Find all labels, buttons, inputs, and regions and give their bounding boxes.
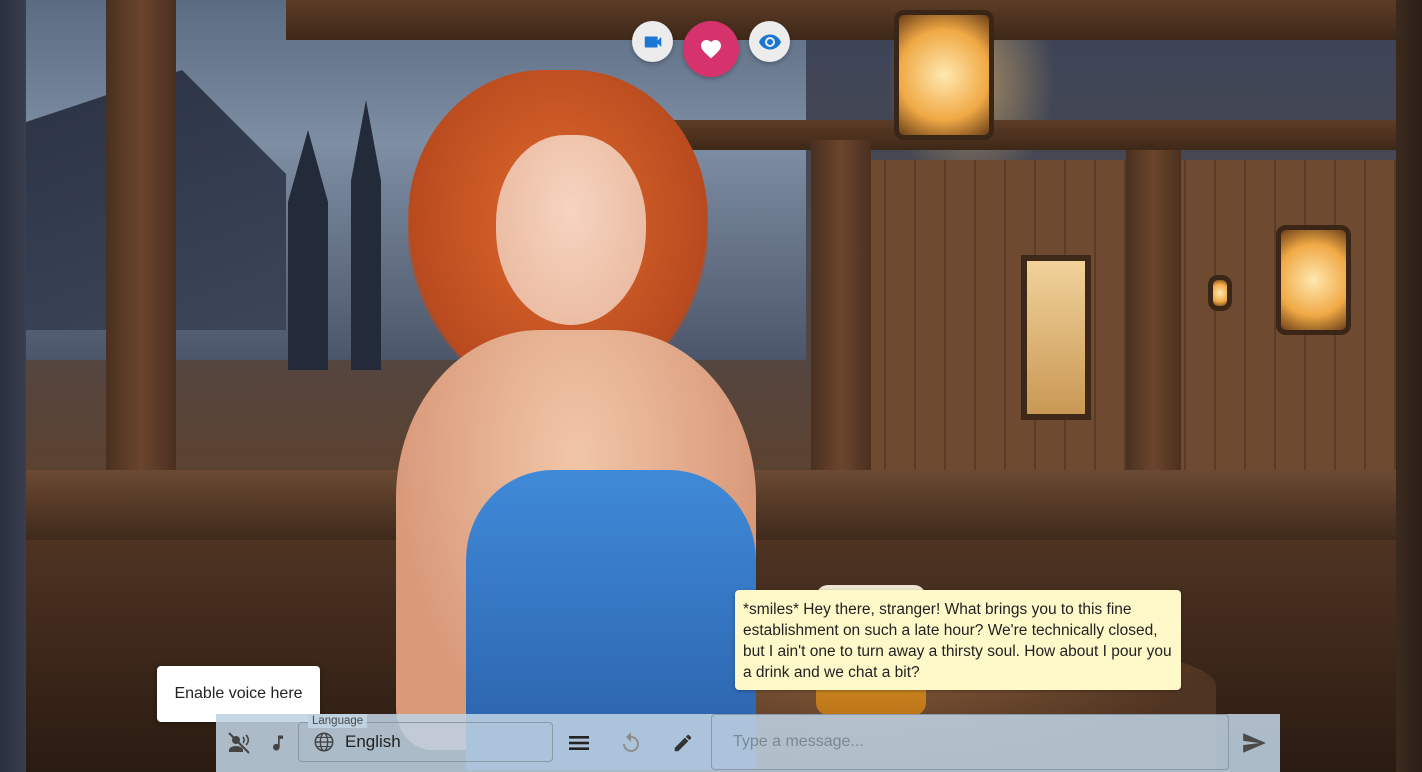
hanging-lantern <box>894 10 994 140</box>
character-face <box>496 135 646 325</box>
voice-toggle-button[interactable] <box>224 728 254 758</box>
language-value: English <box>345 732 401 751</box>
tavern-window <box>1021 255 1091 420</box>
character-message: *smiles* Hey there, stranger! What bring… <box>735 590 1181 690</box>
voice-off-icon <box>228 732 250 754</box>
ceiling-beam <box>286 0 1396 40</box>
chat-toolbar: English Language <box>216 714 1280 772</box>
message-input[interactable] <box>711 714 1229 770</box>
video-button[interactable] <box>632 21 673 62</box>
scene-background <box>26 0 1396 772</box>
edit-button[interactable] <box>668 728 698 758</box>
refresh-icon <box>623 732 639 752</box>
heart-icon <box>701 40 721 59</box>
globe-icon <box>314 732 334 752</box>
regenerate-button[interactable] <box>616 728 646 758</box>
videocam-icon <box>644 36 661 47</box>
wall-lantern <box>1208 275 1232 311</box>
left-edge <box>0 0 26 772</box>
pencil-icon <box>674 734 692 752</box>
menu-button[interactable] <box>564 728 594 758</box>
eye-icon <box>758 34 781 49</box>
music-button[interactable] <box>263 728 293 758</box>
ceiling-beam <box>666 120 1396 150</box>
favorite-button[interactable] <box>683 21 739 77</box>
music-note-icon <box>273 735 283 751</box>
right-edge <box>1396 0 1422 772</box>
hanging-lantern <box>1276 225 1351 335</box>
language-label: Language <box>308 714 368 728</box>
view-button[interactable] <box>749 21 790 62</box>
language-select[interactable]: English <box>298 722 553 762</box>
send-button[interactable] <box>1238 727 1270 759</box>
send-icon <box>1243 733 1266 753</box>
menu-icon <box>569 736 589 750</box>
